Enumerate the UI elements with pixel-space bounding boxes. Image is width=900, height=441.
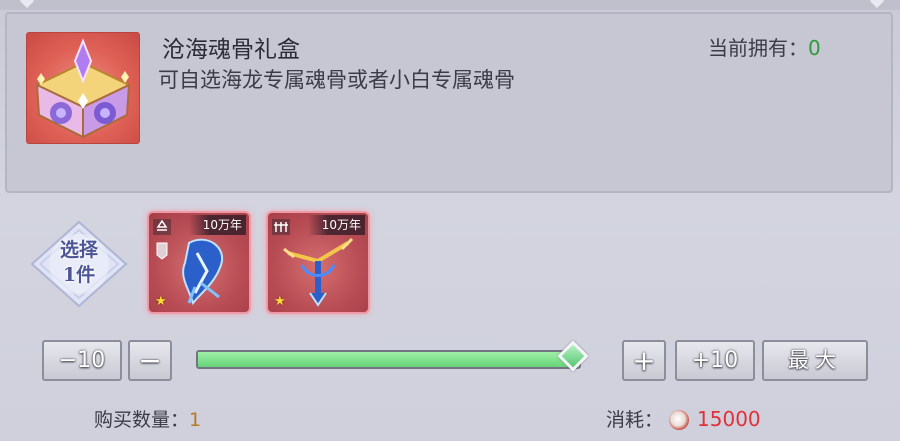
increase-button[interactable]: +: [622, 340, 666, 381]
top-frame-strip: [0, 0, 900, 10]
frame-corner-ornament: [19, 0, 35, 9]
star-icon: ★: [155, 294, 167, 309]
select-label-line2: 1件: [62, 264, 96, 286]
option-card-2[interactable]: 10万年 ★: [268, 213, 368, 312]
select-count-badge: 选择 1件: [30, 220, 128, 308]
quantity-label: 购买数量：: [94, 409, 190, 431]
star-icon: ★: [274, 294, 286, 309]
quantity-value: 1: [189, 409, 202, 431]
item-title: 沧海魂骨礼盒: [162, 37, 300, 63]
increase-10-button[interactable]: +10: [675, 340, 755, 381]
purchase-cost: 消耗： 15000: [606, 405, 761, 432]
owned-count: 当前拥有：0: [708, 32, 821, 61]
cost-label: 消耗：: [606, 409, 664, 431]
item-description: 可自选海龙专属魂骨或者小白专属魂骨: [158, 68, 515, 92]
option-card-1[interactable]: 10万年 ★: [149, 213, 249, 312]
soul-coin-icon: [669, 410, 690, 430]
quantity-slider-fill: [198, 352, 579, 367]
decrease-button[interactable]: −: [128, 340, 172, 381]
gift-chest-icon: [26, 32, 140, 144]
option-age-tag: 10万年: [188, 215, 246, 235]
cost-value: 15000: [697, 407, 761, 431]
purchase-quantity: 购买数量：1: [94, 405, 201, 432]
option-age-tag: 10万年: [307, 215, 365, 235]
select-label-line1: 选择: [59, 239, 98, 261]
owned-value: 0: [808, 36, 821, 60]
max-button[interactable]: 最大: [762, 340, 868, 381]
owned-label: 当前拥有：: [708, 36, 808, 60]
frame-corner-ornament: [869, 0, 885, 9]
decrease-10-button[interactable]: −10: [42, 340, 122, 381]
quantity-slider-track[interactable]: [196, 350, 581, 369]
